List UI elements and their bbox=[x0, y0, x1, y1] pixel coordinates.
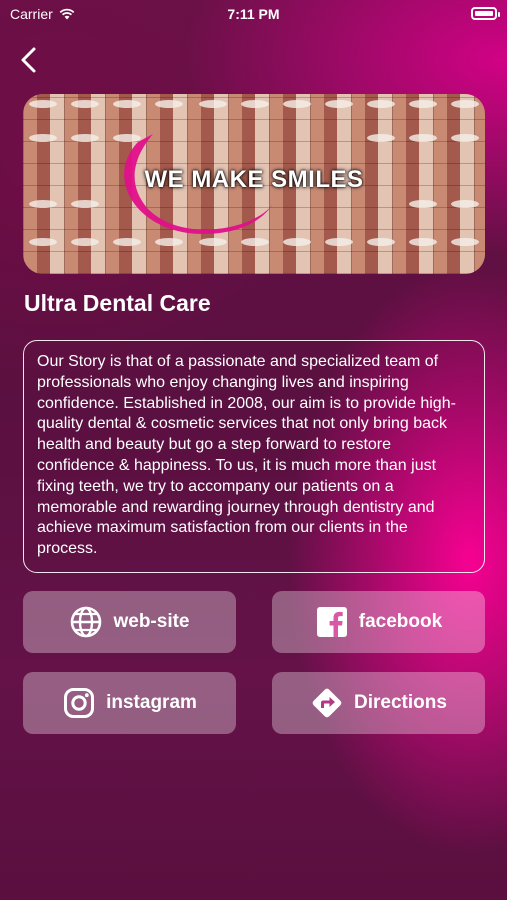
directions-icon bbox=[310, 686, 344, 720]
instagram-button[interactable]: instagram bbox=[23, 672, 236, 734]
hero-banner: WE MAKE SMILES bbox=[23, 94, 485, 274]
status-bar: Carrier 7:11 PM bbox=[0, 0, 507, 30]
website-button[interactable]: web-site bbox=[23, 591, 236, 653]
status-time: 7:11 PM bbox=[227, 6, 280, 22]
directions-label: Directions bbox=[354, 692, 447, 713]
battery-icon bbox=[471, 7, 500, 20]
back-button[interactable] bbox=[14, 42, 46, 78]
facebook-label: facebook bbox=[358, 611, 443, 632]
facebook-icon bbox=[315, 605, 349, 639]
website-label: web-site bbox=[113, 611, 190, 632]
globe-icon bbox=[69, 605, 103, 639]
story-text-box: Our Story is that of a passionate and sp… bbox=[23, 340, 485, 573]
instagram-label: instagram bbox=[106, 692, 197, 713]
clinic-name: Ultra Dental Care bbox=[24, 290, 211, 316]
instagram-icon bbox=[62, 686, 96, 720]
chevron-left-icon bbox=[21, 47, 36, 73]
directions-button[interactable]: Directions bbox=[272, 672, 485, 734]
banner-title: WE MAKE SMILES bbox=[144, 166, 364, 193]
facebook-button[interactable]: facebook bbox=[272, 591, 485, 653]
story-text: Our Story is that of a passionate and sp… bbox=[37, 353, 456, 558]
